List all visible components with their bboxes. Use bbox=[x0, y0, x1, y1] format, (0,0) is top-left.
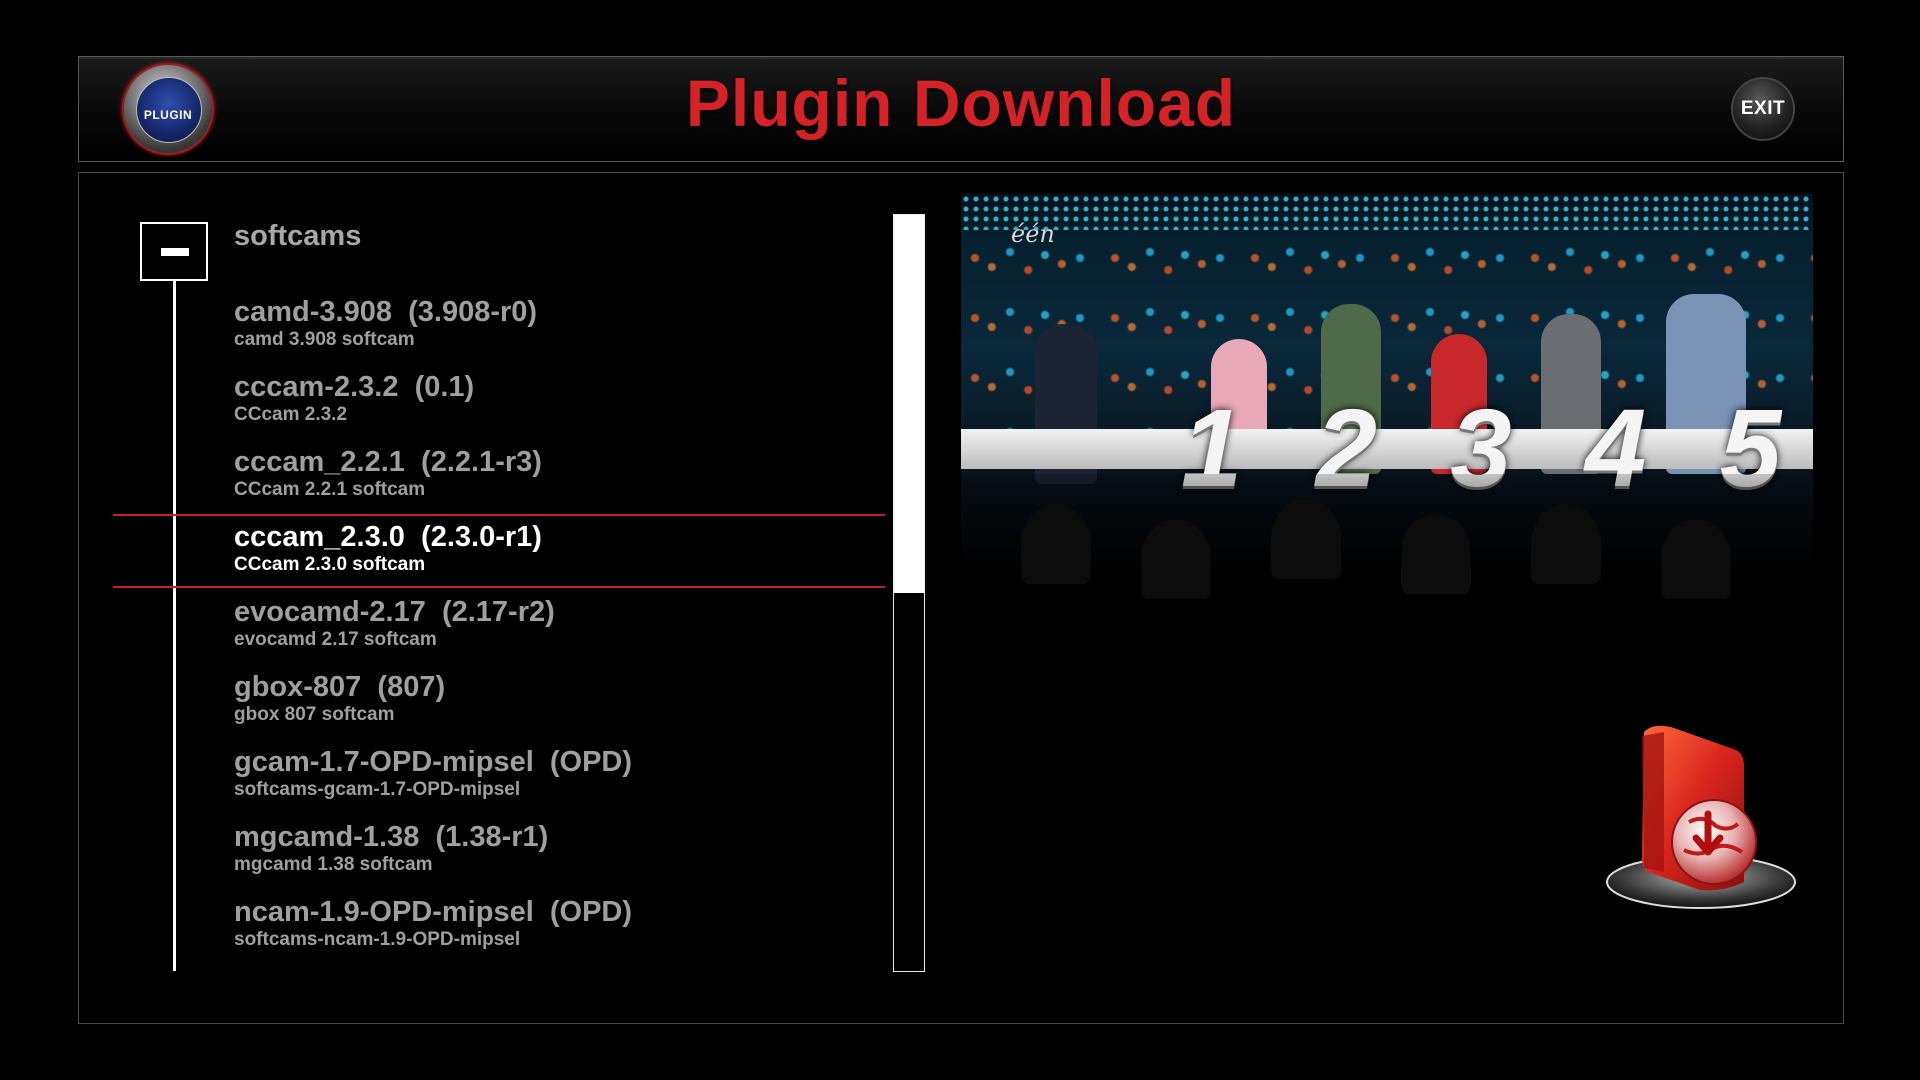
item-description: mgcamd 1.38 softcam bbox=[234, 854, 433, 875]
audience-head bbox=[1401, 514, 1471, 594]
category-label-softcams[interactable]: softcams bbox=[234, 220, 361, 253]
item-description: softcams-gcam-1.7-OPD-mipsel bbox=[234, 779, 521, 800]
list-item[interactable]: cccam-2.3.2 (0.1) CCcam 2.3.2 bbox=[234, 370, 874, 445]
audience-head bbox=[1661, 519, 1731, 599]
audience-head bbox=[1531, 504, 1601, 584]
item-name: camd-3.908 (3.908-r0) bbox=[234, 296, 538, 328]
item-name: mgcamd-1.38 (1.38-r1) bbox=[234, 821, 549, 853]
item-description: softcams-ncam-1.9-OPD-mipsel bbox=[234, 929, 521, 950]
list-item[interactable]: evocamd-2.17 (2.17-r2) evocamd 2.17 soft… bbox=[234, 595, 874, 670]
item-description: CCcam 2.2.1 softcam bbox=[234, 479, 426, 500]
list-item[interactable]: gbox-807 (807) gbox 807 softcam bbox=[234, 670, 874, 745]
audience-head bbox=[1271, 499, 1341, 579]
scrollbar-thumb[interactable] bbox=[894, 215, 924, 593]
page-title: Plugin Download bbox=[685, 66, 1237, 140]
list-item[interactable]: cccam_2.2.1 (2.2.1-r3) CCcam 2.2.1 softc… bbox=[234, 445, 874, 520]
item-name: gcam-1.7-OPD-mipsel (OPD) bbox=[234, 746, 633, 778]
item-name: cccam_2.3.0 (2.3.0-r1) bbox=[234, 521, 542, 553]
audience-head bbox=[1021, 504, 1091, 584]
audience-head bbox=[1141, 519, 1211, 599]
title-bar: PLUGIN Plugin Download EXIT bbox=[78, 56, 1844, 162]
item-description: CCcam 2.3.0 softcam bbox=[234, 554, 426, 575]
list-item[interactable]: camd-3.908 (3.908-r0) camd 3.908 softcam bbox=[234, 295, 874, 370]
channel-watermark: één bbox=[1011, 220, 1055, 248]
preview-audience bbox=[961, 474, 1813, 638]
item-name: cccam_2.2.1 (2.2.1-r3) bbox=[234, 446, 542, 478]
item-name: ncam-1.9-OPD-mipsel (OPD) bbox=[234, 896, 633, 928]
list-item-selected[interactable]: cccam_2.3.0 (2.3.0-r1) CCcam 2.3.0 softc… bbox=[234, 520, 874, 595]
tree-connector-line bbox=[173, 279, 176, 971]
item-name: evocamd-2.17 (2.17-r2) bbox=[234, 596, 555, 628]
list-item[interactable]: mgcamd-1.38 (1.38-r1) mgcamd 1.38 softca… bbox=[234, 820, 874, 895]
collapse-toggle[interactable] bbox=[140, 222, 208, 281]
exit-button[interactable]: EXIT bbox=[1731, 77, 1795, 141]
list-item[interactable]: ncam-1.9-OPD-mipsel (OPD) softcams-ncam-… bbox=[234, 895, 874, 970]
preview-dot-lights bbox=[961, 194, 1813, 230]
tv-preview-window: één 1 2 3 4 5 bbox=[961, 194, 1813, 638]
item-description: camd 3.908 softcam bbox=[234, 329, 415, 350]
download-globe-icon bbox=[1606, 725, 1796, 909]
item-name: cccam-2.3.2 (0.1) bbox=[234, 371, 475, 403]
item-description: gbox 807 softcam bbox=[234, 704, 395, 725]
list-scrollbar[interactable] bbox=[893, 214, 925, 972]
item-description: evocamd 2.17 softcam bbox=[234, 629, 437, 650]
item-name: gbox-807 (807) bbox=[234, 671, 446, 703]
item-description: CCcam 2.3.2 bbox=[234, 404, 348, 425]
list-item[interactable]: gcam-1.7-OPD-mipsel (OPD) softcams-gcam-… bbox=[234, 745, 874, 820]
